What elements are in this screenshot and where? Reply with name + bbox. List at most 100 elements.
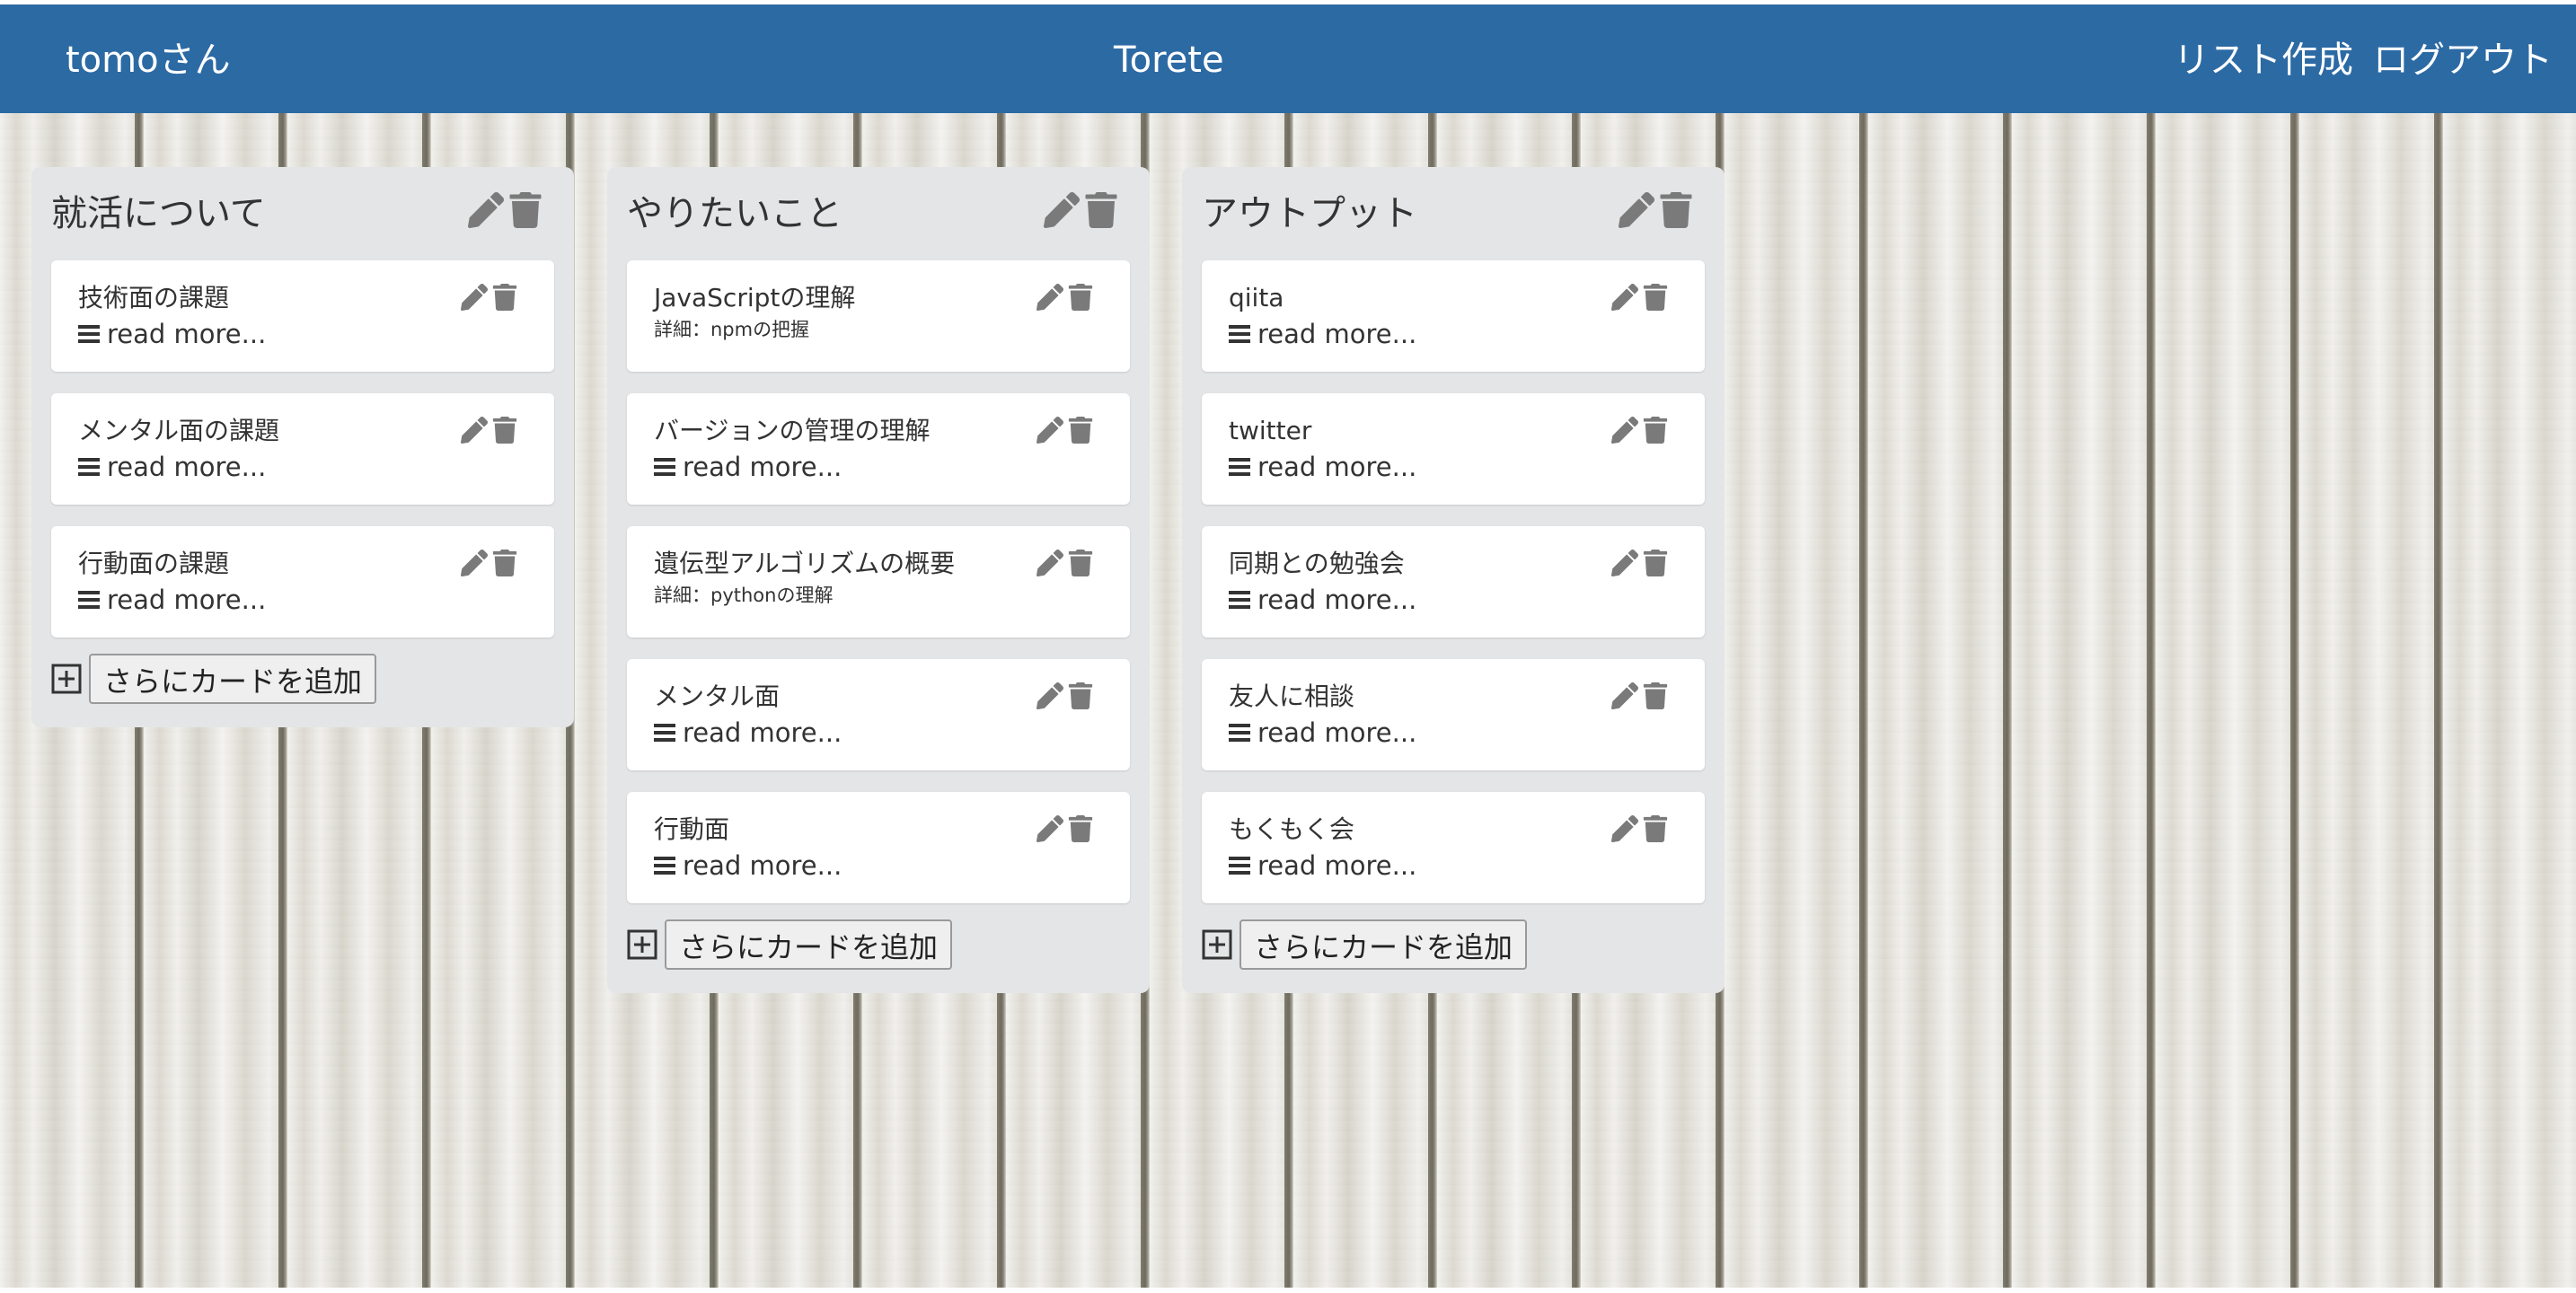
card-title: もくもく会 — [1229, 814, 1355, 844]
add-card-button[interactable]: さらにカードを追加 — [1239, 919, 1528, 970]
read-more-label: read more... — [683, 717, 842, 748]
read-more-link[interactable]: read more... — [1229, 715, 1678, 751]
trash-icon[interactable] — [1642, 417, 1669, 444]
card-title: 遺伝型アルゴリズムの概要 — [654, 549, 956, 578]
trash-icon[interactable] — [1083, 192, 1119, 228]
pencil-icon[interactable] — [1037, 815, 1063, 842]
bars-icon — [1229, 590, 1250, 610]
card[interactable]: バージョンの管理の理解 read more... — [627, 393, 1130, 505]
read-more-label: read more... — [1257, 717, 1417, 748]
read-more-link[interactable]: read more... — [1229, 848, 1678, 884]
trash-icon[interactable] — [1067, 550, 1094, 576]
read-more-link[interactable]: read more... — [78, 449, 527, 485]
list-actions — [1619, 192, 1694, 228]
card-detail: 詳細：pythonの理解 — [654, 585, 834, 606]
read-more-link[interactable]: read more... — [654, 449, 1103, 485]
pencil-icon[interactable] — [1037, 550, 1063, 576]
trash-icon[interactable] — [1642, 682, 1669, 709]
card-title: 行動面 — [654, 814, 730, 844]
create-list-link[interactable]: リスト作成 — [2174, 37, 2353, 84]
trash-icon[interactable] — [1642, 550, 1669, 576]
list-title: 就活について — [51, 193, 266, 234]
card-title: メンタル面 — [654, 682, 781, 711]
card-title: バージョンの管理の理解 — [654, 416, 931, 445]
pencil-icon[interactable] — [1037, 284, 1063, 311]
card-actions — [1611, 284, 1669, 311]
pencil-icon[interactable] — [461, 417, 488, 444]
bars-icon — [654, 856, 675, 875]
pencil-icon[interactable] — [1611, 417, 1638, 444]
trash-icon[interactable] — [1642, 815, 1669, 842]
card[interactable]: メンタル面 read more... — [627, 659, 1130, 770]
pencil-icon[interactable] — [1619, 192, 1654, 228]
trash-icon[interactable] — [1067, 815, 1094, 842]
pencil-icon[interactable] — [1611, 815, 1638, 842]
plus-square-icon[interactable] — [627, 929, 657, 960]
bars-icon — [1229, 723, 1250, 743]
card[interactable]: メンタル面の課題 read more... — [51, 393, 554, 505]
pencil-icon[interactable] — [1044, 192, 1080, 228]
card-actions — [1611, 550, 1669, 576]
pencil-icon[interactable] — [1611, 550, 1638, 576]
card-actions — [1037, 284, 1094, 311]
read-more-link[interactable]: read more... — [1229, 582, 1678, 618]
pencil-icon[interactable] — [461, 284, 488, 311]
card-title: qiita — [1229, 283, 1284, 312]
trash-icon[interactable] — [491, 550, 518, 576]
pencil-icon[interactable] — [1037, 682, 1063, 709]
card[interactable]: twitter read more... — [1202, 393, 1705, 505]
card[interactable]: 技術面の課題 read more... — [51, 260, 554, 372]
read-more-label: read more... — [107, 319, 267, 349]
card[interactable]: 同期との勉強会 read more... — [1202, 526, 1705, 638]
card[interactable]: 遺伝型アルゴリズムの概要詳細：pythonの理解 — [627, 526, 1130, 638]
card[interactable]: 行動面 read more... — [627, 792, 1130, 903]
card[interactable]: もくもく会 read more... — [1202, 792, 1705, 903]
pencil-icon[interactable] — [461, 550, 488, 576]
add-card-row: さらにカードを追加 — [1202, 919, 1705, 970]
logout-link[interactable]: ログアウト — [2373, 37, 2553, 84]
card[interactable]: 行動面の課題 read more... — [51, 526, 554, 638]
card-title: JavaScriptの理解 — [654, 283, 856, 312]
card[interactable]: 友人に相談 read more... — [1202, 659, 1705, 770]
read-more-label: read more... — [683, 452, 842, 482]
read-more-link[interactable]: read more... — [1229, 316, 1678, 352]
pencil-icon[interactable] — [1037, 417, 1063, 444]
list-column: アウトプット qiita read more... twitter read more.… — [1182, 167, 1725, 993]
read-more-label: read more... — [1257, 585, 1417, 615]
plus-square-icon[interactable] — [51, 664, 82, 694]
read-more-link[interactable]: read more... — [654, 715, 1103, 751]
pencil-icon[interactable] — [468, 192, 504, 228]
read-more-link[interactable]: read more... — [78, 582, 527, 618]
list-column: 就活について技術面の課題 read more... メンタル面の課題 read mor… — [31, 167, 574, 727]
card[interactable]: qiita read more... — [1202, 260, 1705, 372]
trash-icon[interactable] — [1067, 284, 1094, 311]
card[interactable]: JavaScriptの理解 詳細：npmの把握 — [627, 260, 1130, 372]
add-card-row: さらにカードを追加 — [627, 919, 1130, 970]
trash-icon[interactable] — [1642, 284, 1669, 311]
card-title: 同期との勉強会 — [1229, 549, 1405, 578]
card-title: 友人に相談 — [1229, 682, 1355, 711]
bars-icon — [78, 457, 100, 477]
trash-icon[interactable] — [491, 417, 518, 444]
read-more-link[interactable]: read more... — [78, 316, 527, 352]
list-header: やりたいこと — [627, 181, 1130, 239]
bars-icon — [654, 723, 675, 743]
add-card-button[interactable]: さらにカードを追加 — [665, 919, 953, 970]
trash-icon[interactable] — [1067, 417, 1094, 444]
add-card-button[interactable]: さらにカードを追加 — [89, 654, 377, 704]
brand-title[interactable]: Torete — [1114, 37, 1224, 84]
read-more-link[interactable]: read more... — [654, 848, 1103, 884]
bars-icon — [1229, 856, 1250, 875]
pencil-icon[interactable] — [1611, 284, 1638, 311]
list-actions — [1044, 192, 1119, 228]
trash-icon[interactable] — [507, 192, 543, 228]
trash-icon[interactable] — [1658, 192, 1694, 228]
trash-icon[interactable] — [491, 284, 518, 311]
card-title: メンタル面の課題 — [78, 416, 280, 445]
plus-square-icon[interactable] — [1202, 929, 1232, 960]
read-more-link[interactable]: read more... — [1229, 449, 1678, 485]
list-actions — [468, 192, 543, 228]
trash-icon[interactable] — [1067, 682, 1094, 709]
card-title: 技術面の課題 — [78, 283, 230, 312]
pencil-icon[interactable] — [1611, 682, 1638, 709]
